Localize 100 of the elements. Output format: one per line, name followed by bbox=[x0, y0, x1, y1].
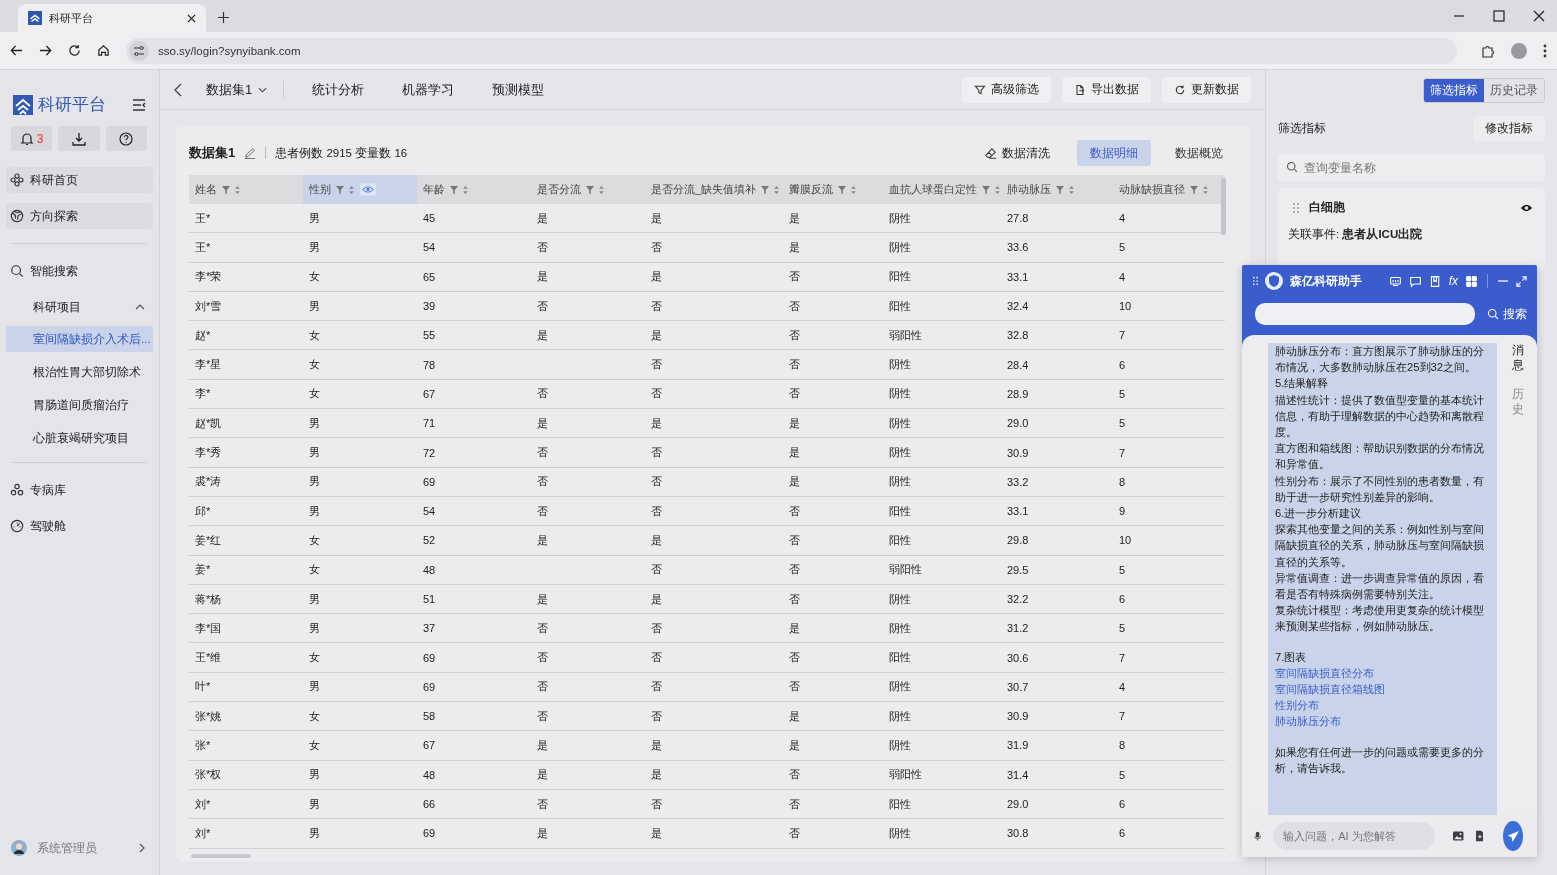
maximize-icon[interactable] bbox=[1493, 10, 1505, 22]
filter-icon[interactable] bbox=[761, 185, 770, 194]
sort-icon[interactable] bbox=[851, 185, 856, 194]
project-item[interactable]: 根治性胃大部切除术 bbox=[6, 359, 153, 385]
drag-handle-icon[interactable] bbox=[1253, 276, 1258, 286]
table-cell: 女 bbox=[303, 730, 417, 761]
puzzle-icon[interactable] bbox=[1481, 43, 1495, 58]
project-item[interactable]: 心脏衰竭研究项目 bbox=[6, 425, 153, 451]
view-tab[interactable]: 数据概览 bbox=[1162, 140, 1236, 166]
nav-item[interactable]: 方向探索 bbox=[6, 203, 153, 229]
close-icon[interactable] bbox=[1533, 10, 1545, 22]
nav-tab[interactable]: 机器学习 bbox=[402, 80, 455, 99]
table-cell: 阳性 bbox=[883, 291, 1001, 321]
sort-icon[interactable] bbox=[349, 185, 354, 194]
nav-tab[interactable]: 统计分析 bbox=[312, 80, 365, 99]
nav-tab[interactable]: 数据集1 bbox=[206, 80, 268, 99]
close-icon[interactable] bbox=[187, 13, 196, 23]
chart-link[interactable]: 肺动脉压分布 bbox=[1275, 715, 1341, 728]
scrollbar-thumb[interactable] bbox=[191, 853, 251, 858]
question-input[interactable]: 输入问题，AI 为您解答 bbox=[1273, 822, 1436, 850]
project-item[interactable]: 室间隔缺损介入术后... bbox=[6, 326, 153, 352]
table-cell: 33.1 bbox=[1001, 496, 1113, 526]
send-button[interactable] bbox=[1503, 821, 1523, 851]
table-cell: 男 bbox=[303, 789, 417, 819]
filter-icon[interactable] bbox=[336, 185, 344, 194]
filter-icon[interactable] bbox=[222, 185, 230, 194]
column-header[interactable]: 年龄 bbox=[417, 175, 531, 204]
column-header[interactable]: 血抗人球蛋白定性 bbox=[883, 175, 1001, 204]
bookmark-icon[interactable] bbox=[1428, 274, 1442, 288]
sort-icon[interactable] bbox=[774, 185, 780, 194]
nav-item[interactable]: 科研首页 bbox=[6, 167, 153, 193]
filter-icon[interactable] bbox=[838, 185, 846, 194]
filter-icon[interactable] bbox=[1056, 185, 1064, 194]
search-field[interactable]: 查询变量名称 bbox=[1278, 154, 1545, 181]
column-header[interactable]: 瓣膜反流 bbox=[783, 175, 883, 204]
reload-icon[interactable] bbox=[68, 44, 81, 57]
toolbar-button[interactable]: 导出数据 bbox=[1062, 76, 1151, 103]
project-item[interactable]: 胃肠道间质瘤治疗 bbox=[6, 392, 153, 418]
column-title: 性别 bbox=[309, 182, 331, 197]
formula-button[interactable]: fx bbox=[1448, 274, 1458, 288]
view-tab[interactable]: 数据明细 bbox=[1077, 140, 1151, 166]
clean-data-button[interactable]: 数据清洗 bbox=[979, 144, 1056, 162]
search-button[interactable]: 搜索 bbox=[1487, 305, 1527, 323]
edit-button[interactable]: 修改指标 bbox=[1473, 116, 1545, 141]
filter-icon[interactable] bbox=[1190, 185, 1198, 194]
column-header[interactable]: 性别 bbox=[303, 175, 417, 204]
grid-icon[interactable] bbox=[1465, 274, 1478, 288]
image-icon[interactable] bbox=[1453, 829, 1464, 843]
chart-link[interactable]: 室间隔缺损直径箱线图 bbox=[1275, 683, 1385, 696]
scrollbar-thumb[interactable] bbox=[1221, 178, 1226, 235]
chevron-icon bbox=[135, 304, 145, 310]
file-add-icon[interactable] bbox=[1475, 828, 1484, 844]
drag-handle-icon[interactable] bbox=[1293, 202, 1299, 213]
download-button[interactable] bbox=[58, 126, 100, 151]
filter-icon[interactable] bbox=[586, 185, 594, 194]
pencil-icon[interactable] bbox=[244, 147, 257, 159]
profile-icon[interactable] bbox=[1511, 42, 1527, 59]
chart-link[interactable]: 室间隔缺损直径分布 bbox=[1275, 666, 1374, 679]
eye-icon[interactable] bbox=[1520, 202, 1533, 213]
toolbar-button[interactable]: 高级筛选 bbox=[962, 76, 1051, 103]
sort-icon[interactable] bbox=[1203, 185, 1208, 194]
message-text: 7.图表 bbox=[1275, 649, 1308, 665]
monitor-icon[interactable] bbox=[1388, 274, 1402, 288]
table-cell: 30.7 bbox=[1001, 672, 1113, 702]
segment-tab[interactable]: 筛选指标 bbox=[1424, 79, 1484, 102]
column-header[interactable]: 姓名 bbox=[189, 175, 303, 204]
forward-arrow-icon[interactable] bbox=[39, 44, 52, 57]
side-tab[interactable]: 消息 bbox=[1512, 343, 1524, 373]
table-cell: 阴性 bbox=[883, 204, 1001, 233]
filter-icon[interactable] bbox=[450, 185, 458, 194]
nav-item[interactable]: 驾驶舱 bbox=[6, 513, 153, 539]
chart-link[interactable]: 性别分布 bbox=[1275, 699, 1319, 712]
sort-icon[interactable] bbox=[463, 185, 468, 194]
nav-group[interactable]: 科研项目 bbox=[6, 294, 153, 320]
user-menu[interactable]: 系统管理员 bbox=[6, 828, 153, 868]
toolbar-button[interactable]: 更新数据 bbox=[1162, 76, 1251, 103]
column-header[interactable]: 动脉缺损直径 bbox=[1113, 175, 1225, 204]
sort-icon[interactable] bbox=[1069, 185, 1074, 194]
back-arrow-icon[interactable] bbox=[10, 44, 23, 57]
column-header[interactable]: 肺动脉压 bbox=[1001, 175, 1113, 204]
browser-tab[interactable]: 科研平台 bbox=[18, 4, 206, 32]
column-header[interactable]: 是否分流_缺失值填补 bbox=[645, 175, 783, 204]
nav-tab[interactable]: 预测模型 bbox=[492, 80, 545, 99]
expand-icon[interactable] bbox=[1516, 275, 1527, 287]
sort-icon[interactable] bbox=[235, 185, 240, 194]
filter-icon[interactable] bbox=[982, 185, 990, 194]
home-icon[interactable] bbox=[97, 44, 110, 57]
more-menu-icon[interactable] bbox=[1543, 43, 1547, 58]
chat-bubble-icon[interactable] bbox=[1408, 274, 1422, 288]
nav-item[interactable]: 专病库 bbox=[6, 477, 153, 503]
help-button[interactable] bbox=[105, 126, 147, 151]
sort-icon[interactable] bbox=[599, 185, 604, 194]
site-settings-icon[interactable] bbox=[129, 40, 149, 61]
nav-item[interactable]: 智能搜索 bbox=[6, 258, 153, 284]
plus-icon[interactable] bbox=[218, 12, 229, 23]
back-chevron-icon[interactable] bbox=[174, 82, 182, 97]
collapse-menu-icon[interactable] bbox=[132, 98, 146, 111]
address-field[interactable]: sso.sy/login?synyibank.com bbox=[126, 37, 1457, 64]
column-header[interactable]: 是否分流 bbox=[531, 175, 645, 204]
search-field[interactable] bbox=[1255, 303, 1475, 325]
